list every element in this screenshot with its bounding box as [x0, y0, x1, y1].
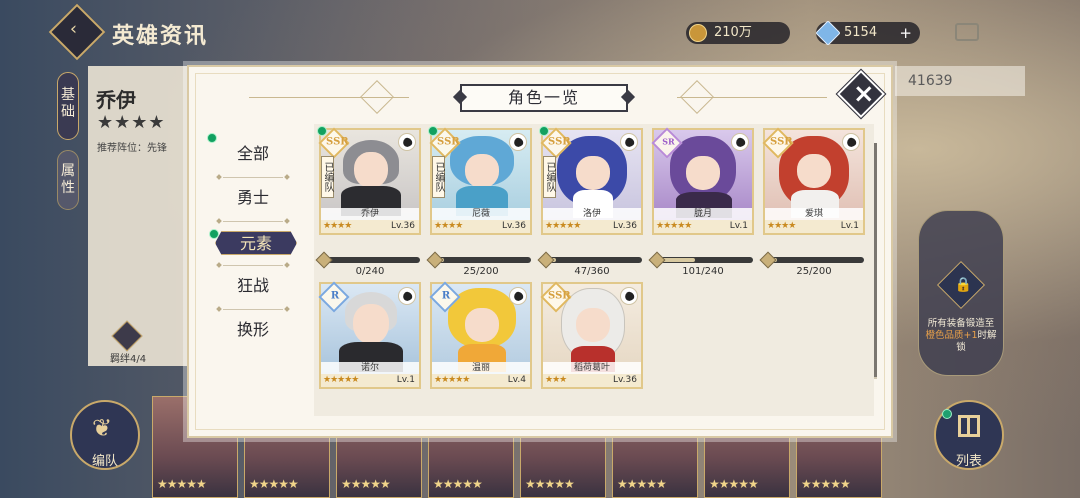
hero-level: Lv.36 [613, 375, 637, 385]
lock-hint-text: 所有装备锻造至 橙色品质+1时解锁 [925, 318, 997, 353]
hero-level: Lv.36 [391, 221, 415, 231]
gem-value: 5154 [844, 25, 878, 40]
tab-attributes[interactable]: 属性 [57, 150, 79, 210]
filter-warrior[interactable]: 勇士 [203, 183, 303, 213]
hero-name: 诺尔 [321, 362, 419, 374]
hero-stars: ★★★★★ [434, 375, 470, 385]
hero-stars: ★★★★★ [656, 221, 692, 231]
top-bar: ‹ 英雄资讯 210万 5154 + [0, 0, 1080, 62]
close-icon: × [852, 78, 875, 109]
fragment-count: 0/240 [355, 266, 385, 277]
team-icon: ❦ [92, 414, 113, 442]
in-team-tag: 已编队 [321, 156, 334, 198]
in-team-tag: 已编队 [543, 156, 556, 198]
chat-icon[interactable] [955, 23, 979, 41]
fragment-bar [764, 257, 864, 263]
new-badge-dot [428, 126, 438, 136]
divider [223, 221, 283, 222]
hero-name: 尼薇 [432, 208, 530, 220]
gem-icon [815, 20, 841, 46]
hero-name: 胧月 [654, 208, 752, 220]
hero-level: Lv.36 [502, 221, 526, 231]
element-icon [620, 287, 638, 305]
team-button[interactable]: ❦ 编队 [70, 400, 140, 470]
filter-shapeshifter[interactable]: 换形 [203, 315, 303, 345]
hero-card[interactable]: SSR 稻荷葛叶 ★★★ Lv.36 [540, 281, 643, 389]
hero-card[interactable]: SSR 已编队 尼薇 ★★★★ Lv.36 [428, 126, 532, 235]
element-icon [842, 133, 860, 151]
fragment-bar [431, 257, 531, 263]
fragment-count: 101/240 [682, 266, 724, 277]
hero-name: 乔伊 [96, 88, 136, 112]
hero-stars: ★★★ [545, 375, 567, 385]
element-icon [509, 287, 527, 305]
hero-stars: ★★★★ [434, 221, 463, 231]
filter-element[interactable]: 元素 [215, 231, 297, 255]
tab-basic[interactable]: 基础 [57, 72, 79, 140]
recommended-position: 推荐阵位：先锋 [97, 143, 167, 154]
divider [223, 265, 283, 266]
hero-name: 爱琪 [765, 208, 863, 220]
list-icon [958, 415, 980, 437]
gold-counter: 210万 [686, 22, 790, 44]
add-gem-button[interactable]: + [899, 22, 912, 44]
hero-name: 稻荷葛叶 [543, 362, 641, 374]
element-icon [398, 287, 416, 305]
fragment-bar [542, 257, 642, 263]
hero-level: Lv.1 [396, 375, 415, 385]
divider [223, 309, 283, 310]
hero-level: Lv.36 [613, 221, 637, 231]
element-icon [620, 133, 638, 151]
fragment-count: 25/200 [796, 266, 832, 277]
element-icon [398, 133, 416, 151]
hero-name: 温丽 [432, 362, 530, 374]
hero-level: Lv.4 [507, 375, 526, 385]
fragment-bar [320, 257, 420, 263]
filter-all[interactable]: 全部 [203, 139, 303, 169]
hero-level: Lv.1 [729, 221, 748, 231]
hero-stars: ★★★★ [97, 112, 166, 133]
hero-card[interactable]: R 温丽 ★★★★★ Lv.4 [429, 281, 532, 389]
hero-card[interactable]: SSR 已编队 洛伊 ★★★★★ Lv.36 [539, 126, 643, 235]
hero-name: 洛伊 [543, 208, 641, 220]
back-button[interactable]: ‹ [48, 3, 106, 61]
filter-berserker[interactable]: 狂战 [203, 271, 303, 301]
hero-card[interactable]: SSR 已编队 乔伊 ★★★★ Lv.36 [317, 126, 421, 235]
title-decoration [680, 80, 714, 114]
back-arrow-icon: ‹ [69, 18, 78, 40]
bond-label: 羁绊4/4 [110, 354, 147, 365]
scrollbar-thumb[interactable] [874, 143, 877, 377]
hero-stars: ★★★★★ [545, 221, 581, 231]
hero-name: 乔伊 [321, 208, 419, 220]
element-icon [731, 133, 749, 151]
element-icon [509, 133, 527, 151]
notification-dot [942, 409, 952, 419]
divider [223, 177, 283, 178]
character-list-modal: 角色一览 × 全部 勇士 元素 狂战 换形 SSR 已编队 乔伊 ★★★★ Lv.… [187, 65, 893, 438]
hero-card[interactable]: SSR 爱琪 ★★★★ Lv.1 [762, 127, 865, 235]
modal-title: 角色一览 [460, 84, 628, 112]
hero-card[interactable]: R 诺尔 ★★★★★ Lv.1 [318, 281, 421, 389]
new-badge-dot [207, 133, 217, 143]
hero-card[interactable]: SR 胧月 ★★★★★ Lv.1 [651, 127, 754, 235]
hero-stars: ★★★★ [323, 221, 352, 231]
new-badge-dot [317, 126, 327, 136]
title-decoration [360, 80, 394, 114]
page-title: 英雄资讯 [112, 23, 209, 49]
fragment-bar [653, 257, 753, 263]
hero-level: Lv.1 [840, 221, 859, 231]
new-badge-dot [539, 126, 549, 136]
new-badge-dot [209, 229, 219, 239]
close-button[interactable]: × [835, 68, 887, 120]
hero-stars: ★★★★★ [323, 375, 359, 385]
in-team-tag: 已编队 [432, 156, 445, 198]
hero-stars: ★★★★ [767, 221, 796, 231]
gem-counter: 5154 + [815, 20, 920, 46]
power-value: 41639 [908, 73, 953, 89]
gold-value: 210万 [714, 25, 752, 40]
fragment-count: 47/360 [574, 266, 610, 277]
gold-coin-icon [689, 24, 707, 42]
fragment-count: 25/200 [463, 266, 499, 277]
